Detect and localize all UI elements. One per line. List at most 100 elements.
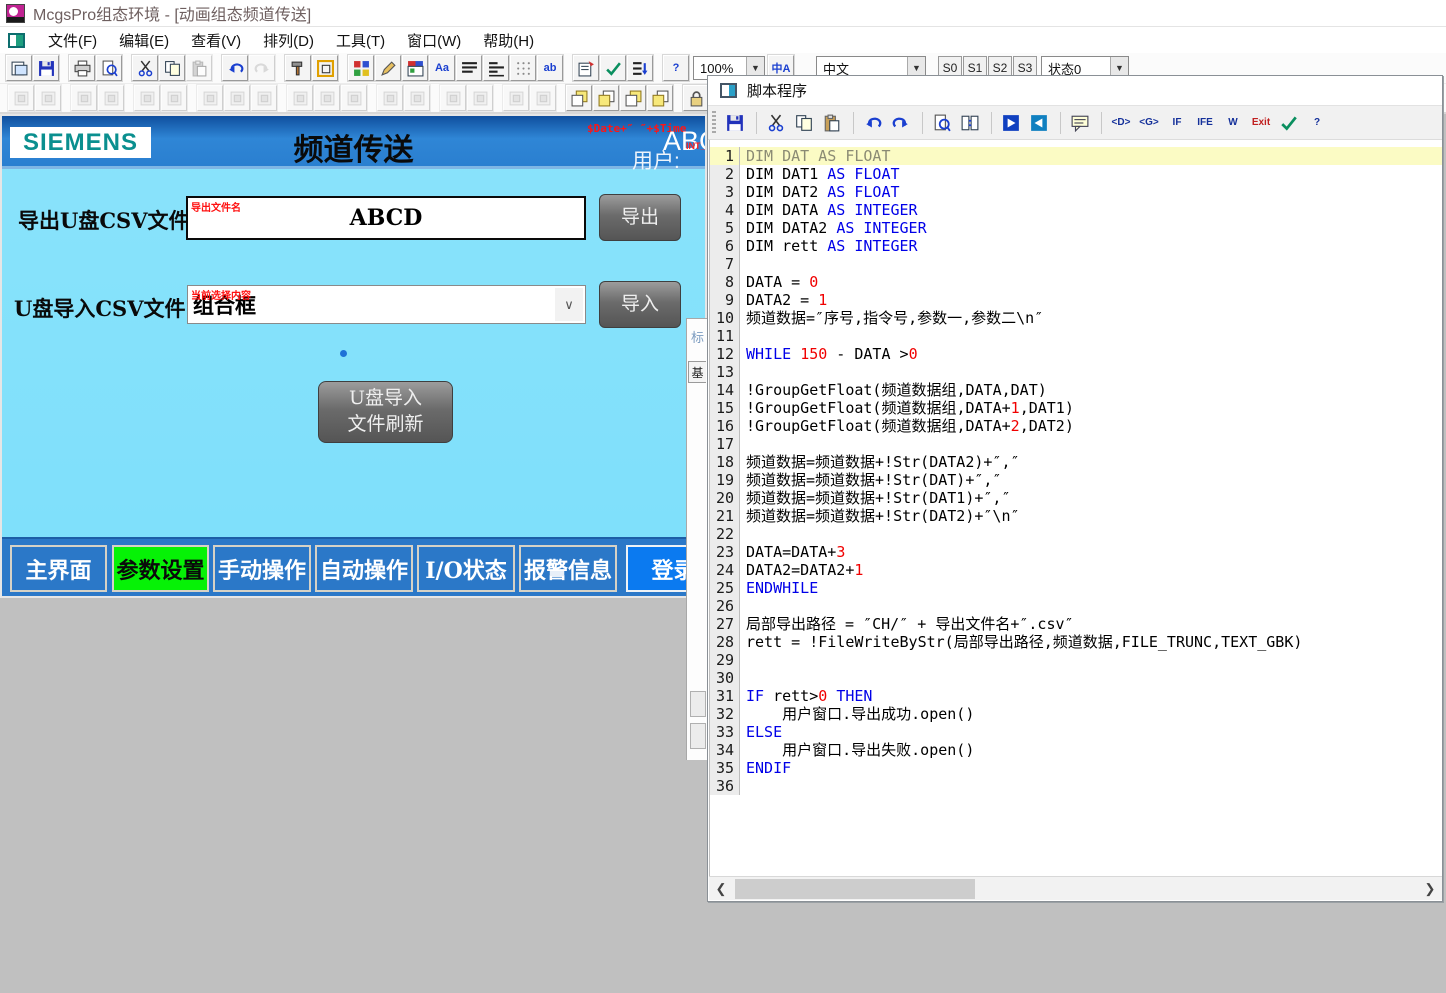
- data-object-icon[interactable]: <D>: [1108, 110, 1134, 136]
- import-button[interactable]: 导入: [599, 281, 681, 328]
- dialog-button-fragment[interactable]: [690, 723, 706, 749]
- rotate-left-icon[interactable]: [377, 85, 403, 111]
- copy-icon[interactable]: [159, 55, 185, 81]
- sort-icon[interactable]: [627, 55, 653, 81]
- menu-item[interactable]: 工具(T): [325, 28, 396, 53]
- code-line[interactable]: 35ENDIF: [710, 759, 1442, 777]
- menu-item[interactable]: 编辑(E): [108, 28, 180, 53]
- nav-button-5[interactable]: I/O状态: [417, 545, 515, 592]
- redo-icon[interactable]: [888, 110, 914, 136]
- align-center-h-icon[interactable]: [287, 85, 313, 111]
- hline-icon[interactable]: [456, 55, 482, 81]
- menu-item[interactable]: 查看(V): [180, 28, 252, 53]
- code-line[interactable]: 16!GroupGetFloat(频道数据组,DATA+2,DAT2): [710, 417, 1442, 435]
- scrollbar-thumb[interactable]: [735, 879, 975, 899]
- script-window-titlebar[interactable]: 脚本程序: [708, 76, 1442, 106]
- code-line[interactable]: 3DIM DAT2 AS FLOAT: [710, 183, 1442, 201]
- overlap-h-icon[interactable]: [98, 85, 124, 111]
- import-file-combobox[interactable]: 当前选择内容 组合框 ∨: [187, 285, 586, 324]
- undo-icon[interactable]: [860, 110, 886, 136]
- dialog-tab-fragment[interactable]: 基: [688, 361, 706, 383]
- exit-block-icon[interactable]: Exit: [1248, 110, 1274, 136]
- rotate-right-icon[interactable]: [404, 85, 430, 111]
- code-line[interactable]: 13: [710, 363, 1442, 381]
- code-line[interactable]: 30: [710, 669, 1442, 687]
- code-line[interactable]: 12WHILE 150 - DATA >0: [710, 345, 1442, 363]
- code-line[interactable]: 22: [710, 525, 1442, 543]
- nav-button-6[interactable]: 报警信息: [519, 545, 617, 592]
- toolbar-drag-handle[interactable]: [712, 111, 716, 135]
- code-line[interactable]: 7: [710, 255, 1442, 273]
- if-else-block-icon[interactable]: IFE: [1192, 110, 1218, 136]
- code-line[interactable]: 33ELSE: [710, 723, 1442, 741]
- nav-button-1[interactable]: 主界面: [10, 545, 107, 592]
- code-line[interactable]: 4DIM DATA AS INTEGER: [710, 201, 1442, 219]
- menu-item[interactable]: 文件(F): [37, 28, 108, 53]
- scroll-left-icon[interactable]: ❮: [709, 877, 733, 901]
- cut-icon[interactable]: [132, 55, 158, 81]
- center-width-icon[interactable]: [161, 85, 187, 111]
- code-line[interactable]: 10频道数据=″序号,指令号,参数一,参数二\n″: [710, 309, 1442, 327]
- code-line[interactable]: 29: [710, 651, 1442, 669]
- nav-button-2[interactable]: 参数设置: [112, 545, 209, 592]
- code-line[interactable]: 26: [710, 597, 1442, 615]
- code-line[interactable]: 11: [710, 327, 1442, 345]
- code-line[interactable]: 23DATA=DATA+3: [710, 543, 1442, 561]
- find-icon[interactable]: [929, 110, 955, 136]
- export-filename-input[interactable]: 导出文件名 ABCD: [186, 196, 586, 240]
- copy-icon[interactable]: [791, 110, 817, 136]
- bring-forward-icon[interactable]: [620, 85, 646, 111]
- code-line[interactable]: 27局部导出路径 = ″CH/″ + 导出文件名+″.csv″: [710, 615, 1442, 633]
- flip-h-icon[interactable]: [440, 85, 466, 111]
- code-line[interactable]: 1DIM DAT AS FLOAT: [710, 147, 1442, 165]
- send-backward-icon[interactable]: [647, 85, 673, 111]
- menu-item[interactable]: 排列(D): [252, 28, 325, 53]
- equal-size-icon[interactable]: [197, 85, 223, 111]
- text-edit-icon[interactable]: ab: [537, 55, 563, 81]
- child-window-icon[interactable]: [8, 33, 25, 48]
- scroll-right-icon[interactable]: ❯: [1418, 877, 1442, 901]
- code-line[interactable]: 18频道数据=频道数据+!Str(DATA2)+″,″: [710, 453, 1442, 471]
- code-line[interactable]: 6DIM rett AS INTEGER: [710, 237, 1442, 255]
- code-line[interactable]: 20频道数据=频道数据+!Str(DAT1)+″,″: [710, 489, 1442, 507]
- lock-icon[interactable]: [683, 85, 709, 111]
- save-icon[interactable]: [722, 110, 748, 136]
- undo-icon[interactable]: [222, 55, 248, 81]
- print-preview-icon[interactable]: [96, 55, 122, 81]
- nav-button-4[interactable]: 自动操作: [315, 545, 413, 592]
- paste-icon[interactable]: [186, 55, 212, 81]
- code-line[interactable]: 2DIM DAT1 AS FLOAT: [710, 165, 1442, 183]
- properties-icon[interactable]: [573, 55, 599, 81]
- syntax-check-icon[interactable]: [957, 110, 983, 136]
- snap-right-icon[interactable]: [35, 85, 61, 111]
- code-line[interactable]: 15!GroupGetFloat(频道数据组,DATA+1,DAT1): [710, 399, 1442, 417]
- code-line[interactable]: 24DATA2=DATA2+1: [710, 561, 1442, 579]
- code-line[interactable]: 9DATA2 = 1: [710, 291, 1442, 309]
- nav-button-3[interactable]: 手动操作: [213, 545, 311, 592]
- menu-item[interactable]: 窗口(W): [396, 28, 472, 53]
- code-line[interactable]: 14!GroupGetFloat(频道数据组,DATA,DAT): [710, 381, 1442, 399]
- code-line[interactable]: 34 用户窗口.导出失败.open(): [710, 741, 1442, 759]
- snap-left-icon[interactable]: [8, 85, 34, 111]
- overlap-v-icon[interactable]: [71, 85, 97, 111]
- export-button[interactable]: 导出: [599, 194, 681, 241]
- code-line[interactable]: 25ENDWHILE: [710, 579, 1442, 597]
- menu-item[interactable]: 帮助(H): [472, 28, 545, 53]
- dot-grid-icon[interactable]: [510, 55, 536, 81]
- code-line[interactable]: 19频道数据=频道数据+!Str(DAT)+″,″: [710, 471, 1442, 489]
- toolbox-icon[interactable]: [285, 55, 311, 81]
- cut-icon[interactable]: [763, 110, 789, 136]
- dialog-button-fragment[interactable]: [690, 691, 706, 717]
- vline-icon[interactable]: [483, 55, 509, 81]
- code-line[interactable]: 28rett = !FileWriteByStr(局部导出路径,频道数据,FIL…: [710, 633, 1442, 651]
- align-middle-icon[interactable]: [314, 85, 340, 111]
- animation-pen-icon[interactable]: [375, 55, 401, 81]
- align-center-v-icon[interactable]: [341, 85, 367, 111]
- bring-to-front-icon[interactable]: [566, 85, 592, 111]
- code-line[interactable]: 8DATA = 0: [710, 273, 1442, 291]
- script-code-area[interactable]: 1DIM DAT AS FLOAT2DIM DAT1 AS FLOAT3DIM …: [709, 140, 1442, 877]
- paste-icon[interactable]: [819, 110, 845, 136]
- if-block-icon[interactable]: IF: [1164, 110, 1190, 136]
- font-icon[interactable]: Aa: [429, 55, 455, 81]
- insert-left-icon[interactable]: [1026, 110, 1052, 136]
